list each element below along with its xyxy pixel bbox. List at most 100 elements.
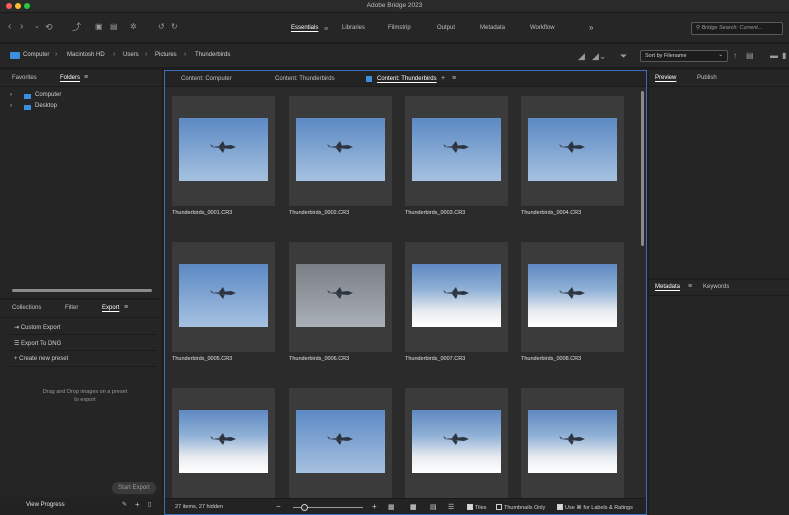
breadcrumb-macintosh-hd[interactable]: Macintosh HD xyxy=(67,52,105,58)
export-preset-dng[interactable]: ☰ Export To DNG xyxy=(10,335,157,351)
thumbnail-image[interactable] xyxy=(296,264,385,327)
thumbnail-image[interactable] xyxy=(528,264,617,327)
thumbnail-cell[interactable]: Thunderbirds_0001.CR3 xyxy=(172,96,275,216)
zoom-out-button[interactable]: − xyxy=(276,502,281,511)
thumbnail-cell[interactable] xyxy=(289,388,392,498)
view-progress-label[interactable]: View Progress xyxy=(26,502,65,508)
tab-export[interactable]: Export xyxy=(102,305,119,311)
menu-icon[interactable]: ≡ xyxy=(124,304,128,311)
view-details-icon[interactable]: ▤ xyxy=(430,503,437,511)
breadcrumb-pictures[interactable]: Pictures xyxy=(155,52,177,58)
view-thumbnails-icon[interactable]: ▦ xyxy=(410,503,417,511)
sort-ascending-icon[interactable]: ↑ xyxy=(733,50,737,62)
breadcrumb-thunderbirds[interactable]: Thunderbirds xyxy=(195,52,230,58)
tab-favorites[interactable]: Favorites xyxy=(12,75,37,81)
thumbnail-image[interactable] xyxy=(412,410,501,473)
thumbnail-cell[interactable] xyxy=(172,388,275,498)
workspace-libraries[interactable]: Libraries xyxy=(342,25,365,31)
recent-files-icon[interactable]: ▤ xyxy=(746,50,754,62)
rotate-right-icon[interactable]: ↻ xyxy=(171,21,178,33)
thumbnail-image[interactable] xyxy=(179,264,268,327)
refine-icon[interactable]: ✲ xyxy=(130,21,137,33)
plus-icon[interactable]: + xyxy=(441,75,445,82)
recent-icon[interactable]: ⟲ xyxy=(45,21,53,33)
tab-keywords[interactable]: Keywords xyxy=(703,284,729,290)
slider-thumb[interactable] xyxy=(301,504,308,511)
tab-folders[interactable]: Folders xyxy=(60,75,80,81)
trash-icon[interactable]: ▯ xyxy=(148,501,151,508)
create-preset-button[interactable]: + Create new preset xyxy=(10,351,157,367)
menu-icon[interactable]: ≡ xyxy=(84,74,88,81)
breadcrumb-computer[interactable]: Computer xyxy=(23,52,49,58)
tab-filter[interactable]: Filter xyxy=(65,305,78,311)
tab-metadata[interactable]: Metadata xyxy=(655,284,680,290)
sort-select[interactable]: Sort by Filename ⌄ xyxy=(640,50,728,62)
tab-collections[interactable]: Collections xyxy=(12,305,41,311)
content-tabs: Content: Computer Content: Thunderbirds … xyxy=(165,71,646,87)
menu-icon[interactable]: ≡ xyxy=(324,24,328,36)
stack-icon[interactable]: ▤ xyxy=(110,21,118,33)
menu-icon[interactable]: ≡ xyxy=(452,75,456,82)
disclosure-icon[interactable]: › xyxy=(10,103,12,109)
rating-filter-icon[interactable]: ◢⌄ xyxy=(592,50,606,62)
thumbnail-image[interactable] xyxy=(528,118,617,181)
horizontal-scrollbar[interactable] xyxy=(12,289,152,292)
back-icon[interactable]: ‹ xyxy=(8,21,11,33)
thumbnail-cell[interactable]: Thunderbirds_0008.CR3 xyxy=(521,242,624,362)
menu-icon[interactable]: ≡ xyxy=(688,283,692,290)
tab-preview[interactable]: Preview xyxy=(655,75,676,81)
workspace-filmstrip[interactable]: Filmstrip xyxy=(388,25,411,31)
folder-item-computer[interactable]: Computer xyxy=(35,92,61,98)
workspace-output[interactable]: Output xyxy=(437,25,455,31)
labels-ratings-toggle[interactable]: Use ⌘ for Labels & Ratings xyxy=(557,504,633,511)
thumbnail-image[interactable] xyxy=(412,264,501,327)
thumbnail-cell[interactable]: Thunderbirds_0005.CR3 xyxy=(172,242,275,362)
thumbnail-image[interactable] xyxy=(179,410,268,473)
thumbnail-image[interactable] xyxy=(528,410,617,473)
rotate-left-icon[interactable]: ↺ xyxy=(158,21,165,33)
tab-content-thunderbirds[interactable]: Content: Thunderbirds xyxy=(275,76,335,82)
workspace-workflow[interactable]: Workflow xyxy=(530,25,555,31)
forward-icon[interactable]: › xyxy=(20,21,23,33)
filter-icon[interactable]: ⏷ xyxy=(620,50,627,62)
quality-icon[interactable]: ◢ xyxy=(578,50,585,62)
vertical-scrollbar[interactable] xyxy=(641,91,644,246)
thumbnail-image[interactable] xyxy=(179,118,268,181)
grid-lock-icon[interactable]: ▦ xyxy=(388,503,395,511)
breadcrumb-users[interactable]: Users xyxy=(123,52,139,58)
plus-icon[interactable]: + xyxy=(135,500,140,509)
thumbnail-image[interactable] xyxy=(412,118,501,181)
thumbnail-cell[interactable]: Thunderbirds_0007.CR3 xyxy=(405,242,508,362)
folder-item-desktop[interactable]: Desktop xyxy=(35,103,57,109)
zoom-in-button[interactable]: + xyxy=(372,502,377,511)
tab-publish[interactable]: Publish xyxy=(697,75,717,81)
thumbnail-cell[interactable] xyxy=(405,388,508,498)
view-list-icon[interactable]: ☰ xyxy=(448,503,454,511)
thumbnail-cell[interactable] xyxy=(521,388,624,498)
more-workspaces-button[interactable]: » xyxy=(589,23,593,32)
disclosure-icon[interactable]: › xyxy=(10,92,12,98)
workspace-essentials[interactable]: Essentials xyxy=(291,25,318,31)
thumbnail-image[interactable] xyxy=(296,118,385,181)
tab-content-computer[interactable]: Content: Computer xyxy=(181,76,232,82)
thumbnail-filename: Thunderbirds_0007.CR3 xyxy=(405,356,466,362)
delete-icon[interactable]: ▮ xyxy=(782,50,786,62)
new-folder-icon[interactable]: ▬ xyxy=(770,50,778,62)
thumbnails-only-toggle[interactable]: Thumbnails Only xyxy=(496,504,545,511)
chevron-right-icon: › xyxy=(55,51,58,58)
boomerang-icon[interactable]: ⤴ xyxy=(72,21,81,33)
thumbnail-cell[interactable]: Thunderbirds_0006.CR3 xyxy=(289,242,392,362)
thumbnail-cell[interactable]: Thunderbirds_0002.CR3 xyxy=(289,96,392,216)
start-export-button[interactable]: Start Export xyxy=(112,482,156,494)
tiles-toggle[interactable]: Tiles xyxy=(467,504,486,511)
search-input[interactable]: ⚲ Bridge Search: Current... xyxy=(691,22,783,35)
tab-content-thunderbirds-active[interactable]: Content: Thunderbirds xyxy=(377,76,437,82)
thumbnail-cell[interactable]: Thunderbirds_0003.CR3 xyxy=(405,96,508,216)
chevron-down-icon[interactable]: ⌄ xyxy=(34,21,40,33)
export-preset-custom[interactable]: ⇥ Custom Export xyxy=(10,319,157,335)
thumbnail-cell[interactable]: Thunderbirds_0004.CR3 xyxy=(521,96,624,216)
workspace-metadata[interactable]: Metadata xyxy=(480,25,505,31)
thumbnail-image[interactable] xyxy=(296,410,385,473)
camera-icon[interactable]: ▣ xyxy=(95,21,103,33)
pencil-icon[interactable]: ✎ xyxy=(122,501,127,508)
